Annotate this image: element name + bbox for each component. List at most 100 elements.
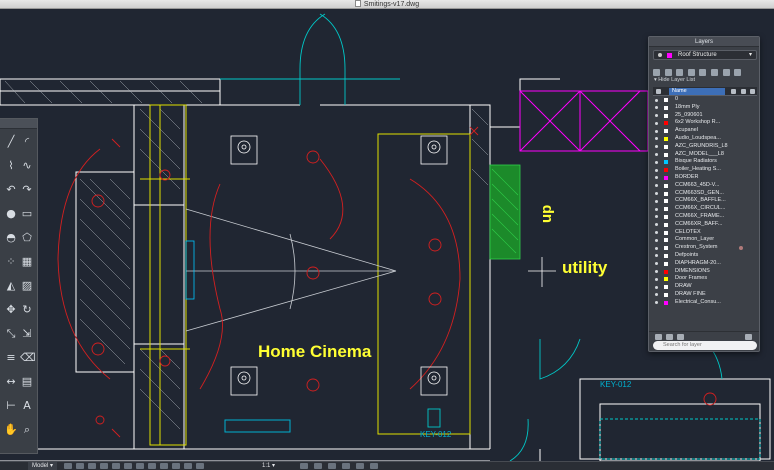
isolate-layer-icon[interactable] bbox=[676, 69, 684, 76]
layer-color-swatch[interactable] bbox=[664, 113, 668, 118]
layer-color-swatch[interactable] bbox=[664, 121, 668, 126]
quick-properties-icon[interactable] bbox=[196, 463, 204, 469]
selection-cycling-icon[interactable] bbox=[160, 463, 168, 469]
lock-layer-icon[interactable] bbox=[699, 69, 707, 76]
current-layer-dropdown[interactable]: Roof Structure ▾ bbox=[653, 50, 757, 60]
layer-row[interactable]: CCM66X_FRAME... bbox=[653, 213, 757, 221]
layer-row[interactable]: 6x2 Workshop R... bbox=[653, 119, 757, 127]
visibility-icon[interactable] bbox=[655, 168, 658, 172]
layer-row[interactable]: CELOTEX bbox=[653, 229, 757, 237]
layer-color-swatch[interactable] bbox=[664, 152, 668, 157]
previous-layer-icon[interactable] bbox=[722, 69, 730, 76]
layer-color-swatch[interactable] bbox=[664, 238, 668, 243]
stretch-icon[interactable]: ⇲ bbox=[20, 327, 34, 341]
layer-color-swatch[interactable] bbox=[664, 246, 668, 251]
rotate-icon[interactable]: ↻ bbox=[20, 303, 34, 317]
new-layer-icon[interactable] bbox=[653, 69, 660, 76]
layer-row[interactable]: Bisque Radiators bbox=[653, 158, 757, 166]
visibility-icon[interactable] bbox=[655, 277, 658, 281]
visibility-icon[interactable] bbox=[655, 153, 658, 157]
layer-row[interactable]: DRAW FINE bbox=[653, 291, 757, 299]
remove-layer-icon[interactable] bbox=[677, 334, 684, 340]
polar-icon[interactable] bbox=[100, 463, 108, 469]
layer-states-icon[interactable] bbox=[734, 69, 742, 76]
move-icon[interactable]: ✥ bbox=[4, 303, 18, 317]
snap-icon[interactable] bbox=[64, 463, 72, 469]
visibility-icon[interactable] bbox=[655, 137, 658, 141]
layer-color-swatch[interactable] bbox=[664, 183, 668, 188]
isolate-objects-icon[interactable] bbox=[342, 463, 350, 469]
layer-row[interactable]: BORDER bbox=[653, 174, 757, 182]
hide-layer-list-toggle[interactable]: ▾ Hide Layer List bbox=[654, 77, 695, 83]
model-tab[interactable]: Model ▾ bbox=[28, 462, 58, 470]
visibility-icon[interactable] bbox=[655, 192, 658, 196]
clean-screen-icon[interactable] bbox=[370, 463, 378, 469]
osnap-icon[interactable] bbox=[112, 463, 120, 469]
visibility-icon[interactable] bbox=[655, 215, 658, 219]
layer-row[interactable]: 18mm Ply bbox=[653, 104, 757, 112]
visibility-icon[interactable] bbox=[655, 270, 658, 274]
zoom-icon[interactable]: ⌕ bbox=[20, 423, 34, 437]
layer-row[interactable]: CCM66X_CIRCUL... bbox=[653, 205, 757, 213]
visibility-icon[interactable] bbox=[655, 114, 658, 118]
visibility-icon[interactable] bbox=[655, 231, 658, 235]
layer-row[interactable]: CCM66X_BAFFLE... bbox=[653, 197, 757, 205]
layer-row[interactable]: Audio_Loudspea... bbox=[653, 135, 757, 143]
rectangle-icon[interactable]: ▭ bbox=[20, 207, 34, 221]
layer-color-swatch[interactable] bbox=[664, 292, 668, 297]
arc-icon[interactable]: ◜ bbox=[20, 135, 34, 149]
grid-display-icon[interactable] bbox=[76, 463, 84, 469]
line-icon[interactable]: ╱ bbox=[4, 135, 18, 149]
layer-row[interactable]: Crestron_System bbox=[653, 244, 757, 252]
add-group-icon[interactable] bbox=[666, 334, 673, 340]
name-column-header[interactable]: Name bbox=[669, 88, 725, 95]
layer-row[interactable]: CCM663_45D-V... bbox=[653, 182, 757, 190]
layer-row[interactable]: CCM663SD_GEN... bbox=[653, 190, 757, 198]
visibility-icon[interactable] bbox=[655, 254, 658, 258]
layer-row[interactable]: AZC_GRUNDRIS_L8 bbox=[653, 143, 757, 151]
auto-scale-icon[interactable] bbox=[314, 463, 322, 469]
visibility-icon[interactable] bbox=[655, 145, 658, 149]
layer-color-swatch[interactable] bbox=[664, 222, 668, 227]
dynamic-input-icon[interactable] bbox=[184, 463, 192, 469]
transparency-icon[interactable] bbox=[148, 463, 156, 469]
annotation-scale[interactable]: 1:1 ▾ bbox=[262, 462, 275, 470]
dimension-icon[interactable]: ↔ bbox=[4, 375, 18, 389]
erase-icon[interactable]: ⌫ bbox=[20, 351, 36, 365]
tool-palette-header[interactable] bbox=[0, 119, 37, 129]
visibility-icon[interactable] bbox=[655, 199, 658, 203]
layer-color-swatch[interactable] bbox=[664, 253, 668, 258]
panel-options-icon[interactable] bbox=[745, 334, 752, 340]
table-icon[interactable]: ▤ bbox=[20, 375, 34, 389]
delete-layer-icon[interactable] bbox=[664, 69, 672, 76]
layer-color-swatch[interactable] bbox=[664, 230, 668, 235]
visibility-icon[interactable] bbox=[655, 176, 658, 180]
layer-row[interactable]: 25_090601 bbox=[653, 112, 757, 120]
layer-search-input[interactable] bbox=[653, 341, 757, 350]
annotation-visibility-icon[interactable] bbox=[300, 463, 308, 469]
layer-row[interactable]: Common_Layer bbox=[653, 236, 757, 244]
otrack-icon[interactable] bbox=[124, 463, 132, 469]
visibility-icon[interactable] bbox=[655, 223, 658, 227]
visibility-icon[interactable] bbox=[655, 262, 658, 266]
text-icon[interactable]: A bbox=[20, 399, 34, 413]
workspace-icon[interactable] bbox=[328, 463, 336, 469]
visibility-icon[interactable] bbox=[655, 129, 658, 133]
layer-color-swatch[interactable] bbox=[664, 191, 668, 196]
layer-color-swatch[interactable] bbox=[664, 129, 668, 134]
ellipse-icon[interactable]: ◓ bbox=[4, 231, 18, 245]
layer-row[interactable]: AZC_MODEL___L8 bbox=[653, 151, 757, 159]
layer-color-swatch[interactable] bbox=[664, 199, 668, 204]
mirror-icon[interactable]: ◭ bbox=[4, 279, 18, 293]
settings-icon[interactable] bbox=[750, 89, 755, 94]
layer-row[interactable]: Electrical_Consu... bbox=[653, 299, 757, 307]
visibility-icon[interactable] bbox=[655, 238, 658, 242]
layer-color-swatch[interactable] bbox=[664, 144, 668, 149]
polyline-icon[interactable]: ⌇ bbox=[4, 159, 18, 173]
pan-icon[interactable]: ✋ bbox=[4, 423, 18, 437]
add-layer-icon[interactable] bbox=[655, 334, 662, 340]
layer-row[interactable]: Door Frames bbox=[653, 275, 757, 283]
layer-row[interactable]: DIAPHRAGM-20... bbox=[653, 260, 757, 268]
layer-row[interactable]: 0 bbox=[653, 96, 757, 104]
layer-color-swatch[interactable] bbox=[664, 285, 668, 290]
